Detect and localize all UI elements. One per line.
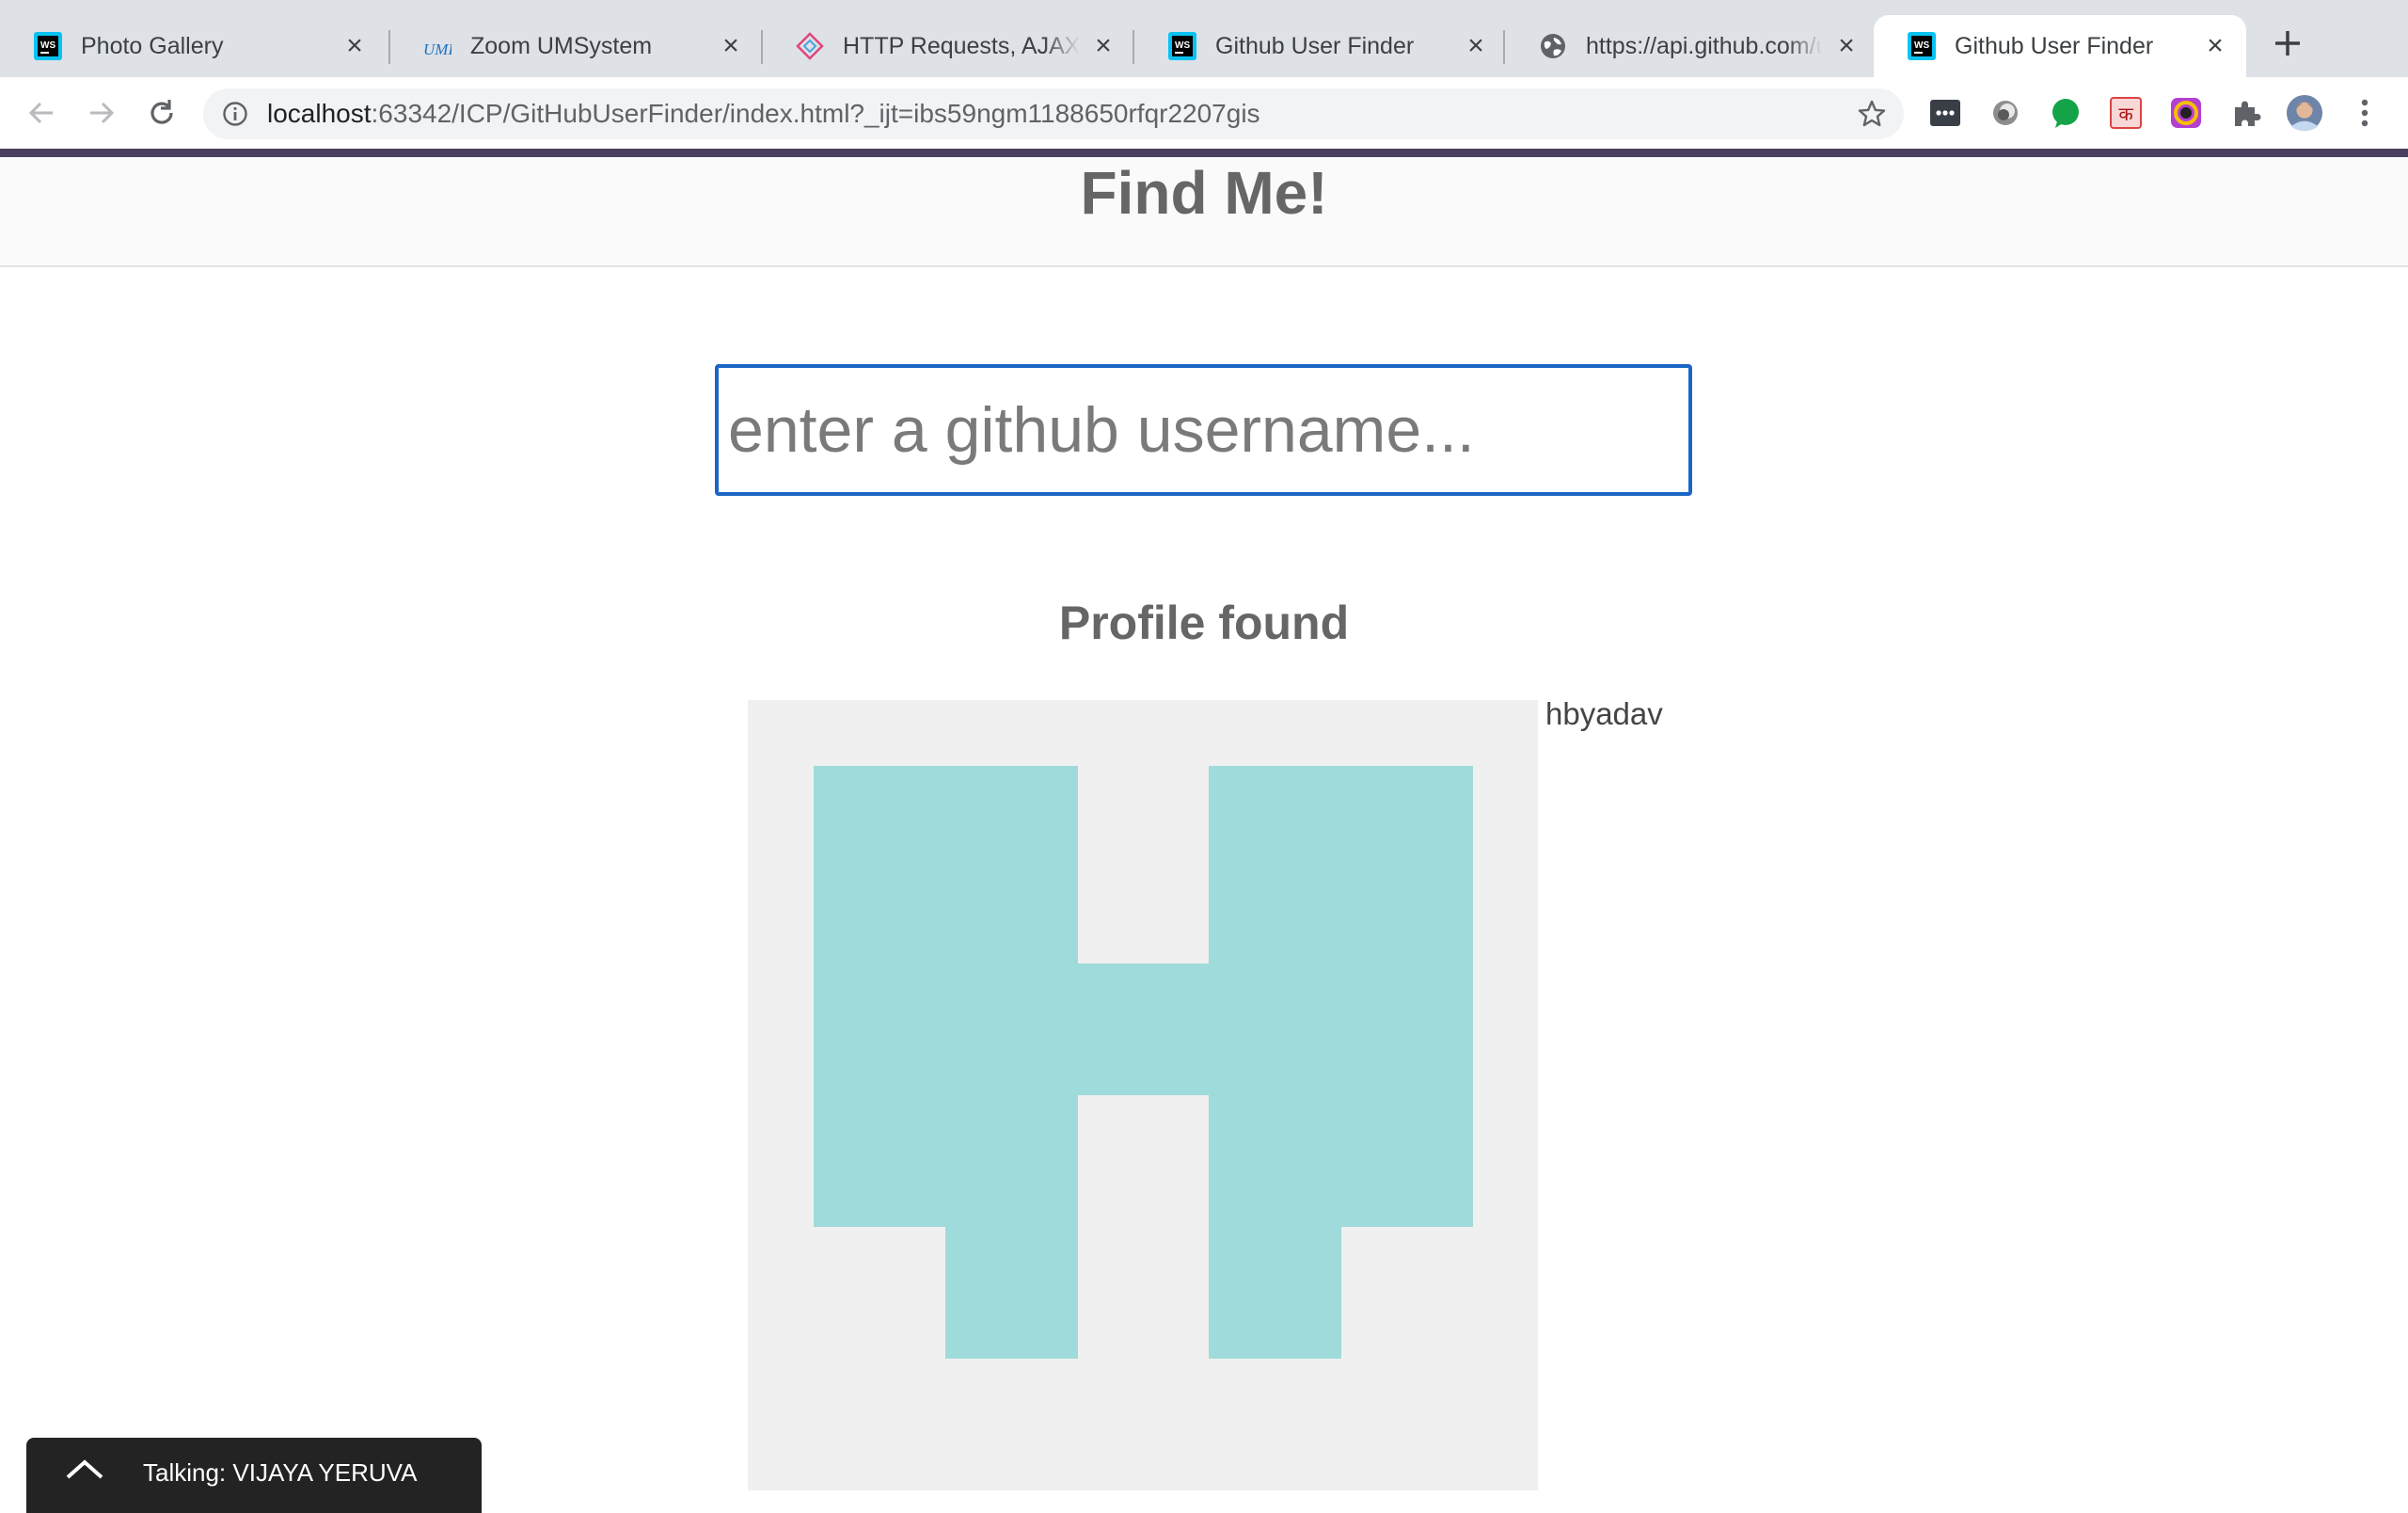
extension-hindi-keyboard[interactable]: क (2107, 94, 2145, 132)
address-bar[interactable]: localhost:63342/ICP/GitHubUserFinder/ind… (203, 88, 1904, 139)
devanagari-ka-icon: क (2110, 97, 2142, 129)
svg-text:WS: WS (1175, 40, 1190, 51)
url-path: :63342/ICP/GitHubUserFinder/index.html?_… (371, 99, 1260, 128)
tab-strip: WS Photo Gallery × UMKC Zoom UMSystem × … (0, 0, 2408, 77)
tab-http-requests[interactable]: HTTP Requests, AJAX a × (762, 15, 1134, 77)
tab-title: Github User Finder (1215, 32, 1415, 59)
color-ring-icon (2171, 98, 2201, 128)
extension-color-picker[interactable] (2167, 94, 2205, 132)
profile-username: hbyadav (1545, 696, 1663, 731)
tab-photo-gallery[interactable]: WS Photo Gallery × (0, 15, 386, 77)
tab-title: Photo Gallery (81, 32, 224, 59)
tab-title: https://api.github.com/u (1586, 32, 1823, 59)
tab-github-user-finder-active[interactable]: WS Github User Finder × (1874, 15, 2246, 77)
profile-avatar-image (748, 700, 1538, 1490)
tab-title: Zoom UMSystem (470, 32, 653, 59)
forward-button[interactable] (81, 92, 122, 134)
green-bubble-icon (2052, 99, 2079, 128)
webstorm-icon: WS (1168, 32, 1196, 60)
close-icon[interactable]: × (341, 32, 369, 60)
site-header: Find Me! (0, 157, 2408, 267)
page-title: Find Me! (1080, 159, 1328, 227)
dots-box-icon (1930, 100, 1960, 126)
svg-text:UMKC: UMKC (423, 40, 452, 58)
avatar (2286, 94, 2323, 132)
tab-github-user-finder[interactable]: WS Github User Finder × (1134, 15, 1507, 77)
extension-password-manager[interactable] (1926, 94, 1964, 132)
profile-avatar-button[interactable] (2286, 94, 2323, 132)
talking-text: Talking: VIJAYA YERUVA (143, 1458, 418, 1487)
webstorm-icon: WS (1908, 32, 1936, 60)
chevron-up-icon[interactable] (62, 1455, 107, 1487)
extension-grammarly[interactable] (2047, 94, 2084, 132)
tab-title: HTTP Requests, AJAX a (843, 32, 1080, 59)
reload-icon (150, 100, 173, 124)
globe-icon (1539, 32, 1567, 60)
browser-menu-button[interactable] (2346, 94, 2384, 132)
close-icon[interactable]: × (1089, 32, 1117, 60)
url-host: localhost (267, 99, 372, 128)
close-icon[interactable]: × (717, 32, 745, 60)
arrow-right-icon (90, 102, 115, 124)
browser-toolbar: localhost:63342/ICP/GitHubUserFinder/ind… (0, 77, 2408, 149)
extensions-menu-button[interactable] (2227, 94, 2265, 132)
back-button[interactable] (21, 92, 62, 134)
svg-text:WS: WS (1914, 40, 1929, 51)
webstorm-icon: WS (34, 32, 62, 60)
bookmark-star-icon[interactable] (1857, 99, 1887, 129)
umkc-icon: UMKC (423, 32, 452, 60)
diamond-icon (796, 32, 824, 60)
tab-zoom-umsystem[interactable]: UMKC Zoom UMSystem × (389, 15, 762, 77)
extension-circle[interactable] (1987, 94, 2024, 132)
profile-heading: Profile found (1058, 597, 1350, 649)
info-icon[interactable] (222, 101, 248, 127)
svg-text:WS: WS (40, 40, 55, 51)
username-search-input[interactable] (715, 364, 1692, 496)
plus-icon (2275, 31, 2300, 56)
close-icon[interactable]: × (1462, 32, 1490, 60)
reload-button[interactable] (141, 92, 182, 134)
tab-github-api[interactable]: https://api.github.com/u × (1505, 15, 1877, 77)
zoom-talking-indicator[interactable]: Talking: VIJAYA YERUVA (26, 1438, 482, 1513)
tab-title: Github User Finder (1955, 32, 2154, 59)
circle-extension-icon (1993, 101, 2018, 125)
new-tab-button[interactable] (2267, 23, 2308, 64)
kebab-menu-icon (2361, 99, 2368, 127)
arrow-left-icon (28, 102, 53, 124)
puzzle-icon (2235, 101, 2261, 126)
svg-text:क: क (2118, 103, 2133, 125)
page-accent-bar (0, 149, 2408, 157)
close-icon[interactable]: × (1832, 32, 1861, 60)
close-icon[interactable]: × (2201, 32, 2229, 60)
url-text[interactable]: localhost:63342/ICP/GitHubUserFinder/ind… (267, 88, 1260, 139)
